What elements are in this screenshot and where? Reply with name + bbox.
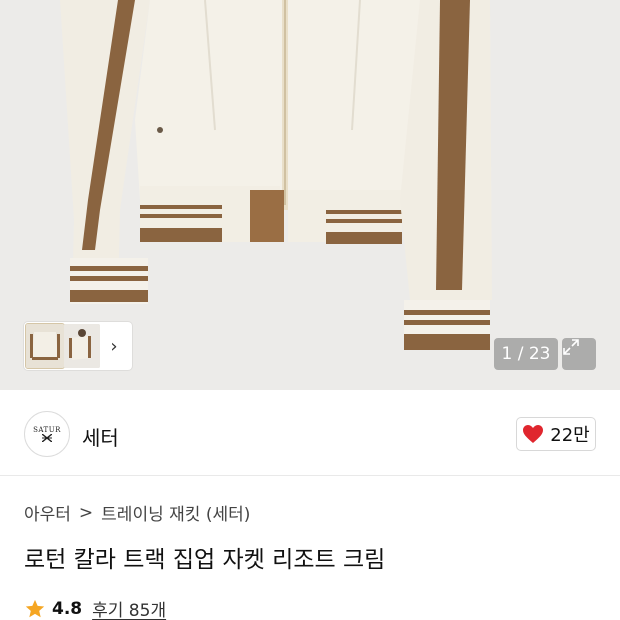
- star-icon: [25, 599, 45, 617]
- chevron-right-icon: ›: [110, 335, 118, 357]
- thumbnail-2[interactable]: [64, 324, 100, 368]
- rating-row: 4.8 후기 85개: [24, 596, 166, 620]
- brand-logo-text: SATUR: [33, 426, 61, 434]
- brand-row: SATUR 세터 22만: [0, 390, 620, 476]
- like-count: 22만: [550, 425, 590, 446]
- heart-icon: [523, 425, 544, 443]
- expand-image-button[interactable]: [562, 338, 596, 370]
- expand-icon: [563, 339, 579, 355]
- breadcrumb-separator: >: [78, 502, 94, 523]
- brand-name-link[interactable]: 세터: [82, 422, 119, 451]
- product-image-gallery[interactable]: › 1 / 23: [0, 0, 620, 390]
- breadcrumb-category[interactable]: 아우터: [24, 500, 71, 525]
- thumbnail-jacket-front-image: [26, 324, 64, 368]
- breadcrumb-subcategory[interactable]: 트레이닝 재킷 (세터): [101, 500, 250, 525]
- brand-logo-mark-icon: [42, 434, 52, 442]
- thumbnail-1[interactable]: [25, 323, 65, 369]
- thumbnail-jacket-back-image: [64, 324, 100, 368]
- product-title: 로턴 칼라 트랙 집업 자켓 리조트 크림: [24, 547, 386, 573]
- review-count-link[interactable]: 후기 85개: [92, 596, 166, 620]
- image-counter: 1 / 23: [494, 338, 558, 370]
- breadcrumb: 아우터 > 트레이닝 재킷 (세터): [24, 500, 250, 526]
- like-button[interactable]: 22만: [516, 417, 596, 451]
- rating-value: 4.8: [52, 598, 83, 619]
- thumbnail-strip[interactable]: ›: [24, 322, 132, 370]
- brand-logo[interactable]: SATUR: [24, 411, 70, 457]
- thumbnail-next-button[interactable]: ›: [100, 324, 128, 368]
